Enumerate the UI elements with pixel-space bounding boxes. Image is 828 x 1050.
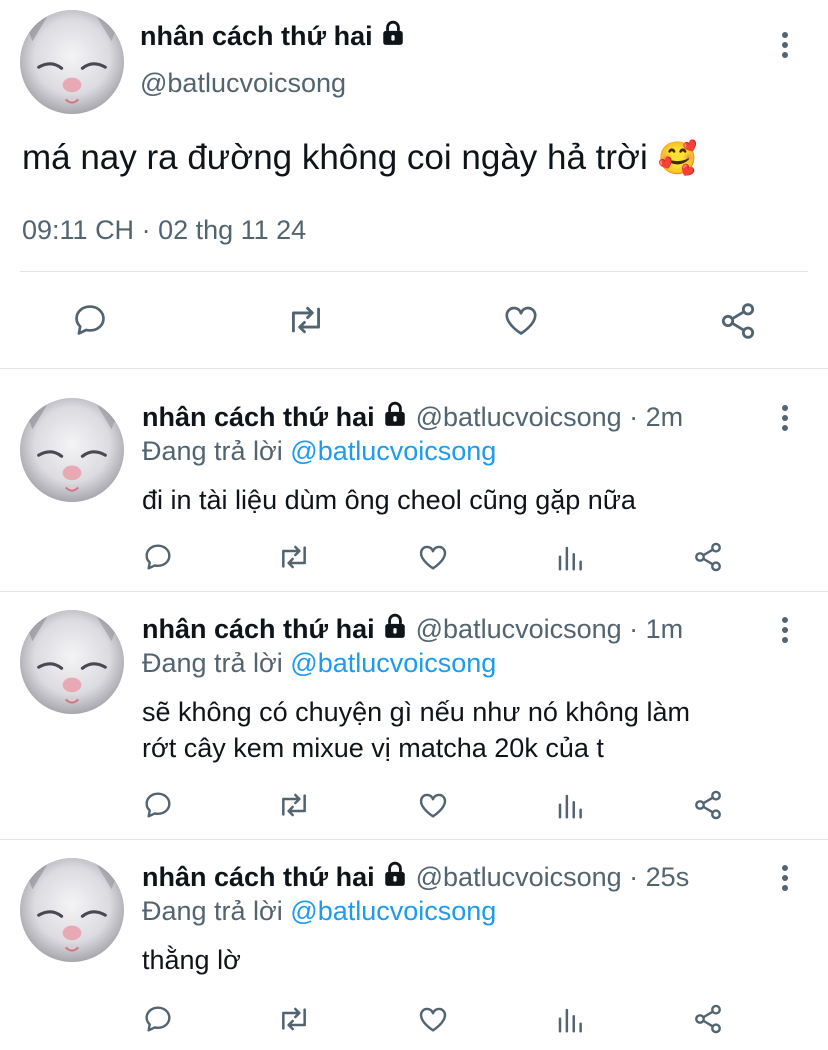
like-icon[interactable] (416, 1003, 450, 1035)
more-options-icon[interactable] (782, 32, 790, 62)
cat-avatar-image (20, 610, 124, 714)
reply-icon[interactable] (142, 1003, 174, 1035)
tweet-text: má nay ra đường không coi ngày hả trời 🥰 (22, 138, 697, 178)
cat-avatar-image (20, 10, 124, 114)
share-icon[interactable] (692, 1003, 724, 1035)
more-options-icon[interactable] (782, 617, 790, 647)
handle: @batlucvoicsong (415, 402, 622, 432)
like-icon[interactable] (416, 541, 450, 573)
replying-to: Đang trả lời @batlucvoicsong (142, 896, 496, 927)
divider (20, 271, 808, 272)
like-icon[interactable] (501, 301, 541, 339)
more-options-icon[interactable] (782, 405, 790, 435)
reply-text: đi in tài liệu dùm ông cheol cũng gặp nữ… (142, 482, 636, 518)
divider (0, 839, 828, 840)
tweet-body: má nay ra đường không coi ngày hả trời (22, 138, 648, 177)
retweet-icon[interactable] (275, 789, 313, 821)
retweet-icon[interactable] (275, 541, 313, 573)
replying-to-prefix: Đang trả lời (142, 648, 283, 678)
display-name: nhân cách thứ hai (142, 402, 375, 432)
retweet-icon[interactable] (275, 1003, 313, 1035)
meta-separator: · (621, 402, 646, 432)
lock-icon (382, 861, 408, 887)
meta-separator: · (134, 215, 159, 245)
divider (0, 591, 828, 592)
display-name[interactable]: nhân cách thứ hai (140, 20, 406, 52)
reply-header[interactable]: nhân cách thứ hai @batlucvoicsong · 1m (142, 613, 683, 645)
analytics-icon[interactable] (555, 790, 585, 822)
reply-line: đi in tài liệu dùm ông cheol cũng gặp nữ… (142, 485, 636, 515)
analytics-icon[interactable] (555, 542, 585, 574)
display-name: nhân cách thứ hai (142, 862, 375, 892)
cat-avatar-image (20, 398, 124, 502)
mention-link[interactable]: @batlucvoicsong (290, 436, 496, 466)
reply-icon[interactable] (142, 789, 174, 821)
like-icon[interactable] (416, 789, 450, 821)
display-name: nhân cách thứ hai (142, 614, 375, 644)
display-name-text: nhân cách thứ hai (140, 21, 373, 51)
tweet-date: 02 thg 11 24 (158, 215, 307, 245)
mention-link[interactable]: @batlucvoicsong (290, 648, 496, 678)
reply-age: 25s (645, 862, 690, 892)
replying-to: Đang trả lời @batlucvoicsong (142, 648, 496, 679)
replying-to: Đang trả lời @batlucvoicsong (142, 436, 496, 467)
avatar[interactable] (20, 610, 124, 714)
section-divider (0, 368, 828, 369)
reply-line: sẽ không có chuyện gì nếu như nó không l… (142, 697, 690, 727)
replying-to-prefix: Đang trả lời (142, 896, 283, 926)
share-icon[interactable] (718, 301, 758, 341)
reply-icon[interactable] (71, 301, 109, 339)
reply-line: rớt cây kem mixue vị matcha 20k của t (142, 733, 604, 763)
reply-header[interactable]: nhân cách thứ hai @batlucvoicsong · 2m (142, 401, 683, 433)
tweet-timestamp[interactable]: 09:11 CH · 02 thg 11 24 (22, 215, 306, 246)
reply-age: 1m (645, 614, 684, 644)
analytics-icon[interactable] (555, 1004, 585, 1036)
handle[interactable]: @batlucvoicsong (140, 68, 346, 99)
retweet-icon[interactable] (284, 301, 328, 339)
more-options-icon[interactable] (782, 865, 790, 895)
lock-icon (382, 613, 408, 639)
replying-to-prefix: Đang trả lời (142, 436, 283, 466)
handle: @batlucvoicsong (415, 614, 622, 644)
reply-text: thằng lờ (142, 942, 241, 978)
avatar[interactable] (20, 10, 124, 114)
tweet-time: 09:11 CH (22, 215, 135, 245)
meta-separator: · (621, 614, 646, 644)
avatar[interactable] (20, 398, 124, 502)
handle: @batlucvoicsong (415, 862, 622, 892)
smiling-face-with-hearts-icon: 🥰 (657, 140, 698, 176)
cat-avatar-image (20, 858, 124, 962)
share-icon[interactable] (692, 541, 724, 573)
reply-line: thằng lờ (142, 945, 241, 975)
reply-age: 2m (645, 402, 684, 432)
share-icon[interactable] (692, 789, 724, 821)
lock-icon (380, 20, 406, 46)
reply-icon[interactable] (142, 541, 174, 573)
avatar[interactable] (20, 858, 124, 962)
reply-text: sẽ không có chuyện gì nếu như nó không l… (142, 694, 690, 766)
mention-link[interactable]: @batlucvoicsong (290, 896, 496, 926)
reply-header[interactable]: nhân cách thứ hai @batlucvoicsong · 25s (142, 861, 689, 893)
meta-separator: · (621, 862, 646, 892)
lock-icon (382, 401, 408, 427)
